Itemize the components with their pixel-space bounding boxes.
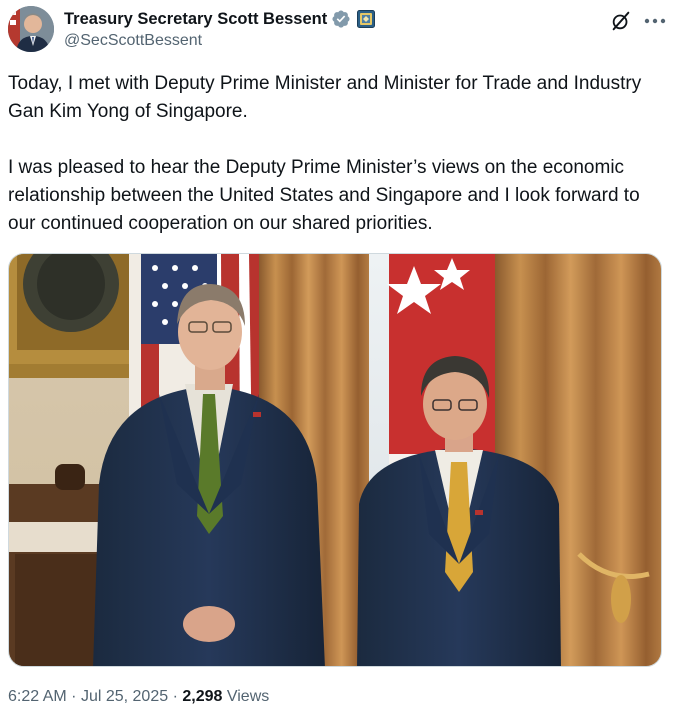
more-dots-glyph-icon [644, 18, 666, 24]
tweet-header: Treasury Secretary Scott Bessent @SecSco… [8, 6, 672, 56]
tweet-time[interactable]: 6:22 AM [8, 688, 67, 705]
verified-badge-icon[interactable] [331, 9, 351, 29]
meta-separator: · [71, 688, 77, 705]
meeting-photo-image [9, 254, 661, 666]
display-name[interactable]: Treasury Secretary Scott Bessent [64, 10, 327, 29]
tweet-paragraph-1: Today, I met with Deputy Prime Minister … [8, 73, 642, 122]
meta-separator-2: · [172, 688, 178, 705]
tweet-photo[interactable] [8, 253, 662, 667]
more-dots-icon[interactable] [640, 8, 670, 34]
tweet-meta: 6:22 AM · Jul 25, 2025 · 2,298 Views [8, 688, 269, 706]
avatar[interactable] [8, 6, 54, 52]
government-seal-badge-icon[interactable] [357, 10, 376, 28]
views-label: Views [226, 688, 270, 705]
tweet-date[interactable]: Jul 25, 2025 [81, 688, 168, 705]
views-count: 2,298 [182, 688, 223, 705]
tweet-text: Today, I met with Deputy Prime Minister … [8, 70, 672, 238]
person-avatar-icon [8, 6, 54, 52]
user-handle[interactable]: @SecScottBessent [64, 32, 202, 50]
name-row: Treasury Secretary Scott Bessent [64, 9, 376, 29]
tweet-paragraph-2: I was pleased to hear the Deputy Prime M… [8, 157, 640, 234]
grok-slash-icon[interactable] [610, 10, 632, 32]
